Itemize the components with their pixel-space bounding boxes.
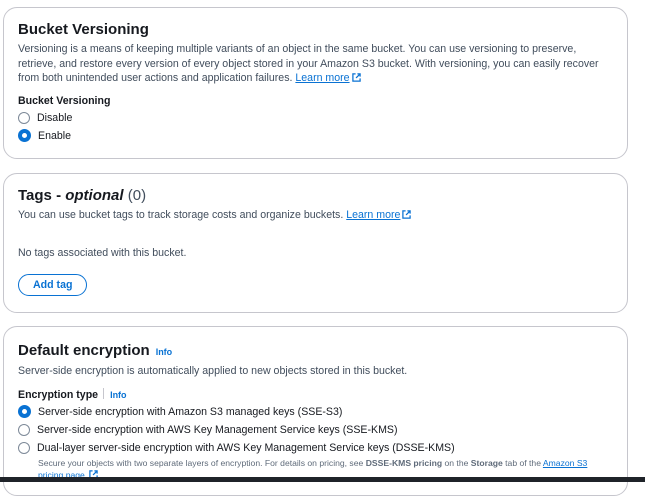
add-tag-button[interactable]: Add tag — [18, 274, 88, 297]
versioning-field-label: Bucket Versioning — [18, 94, 111, 107]
external-link-icon — [402, 210, 412, 219]
versioning-description: Versioning is a means of keeping multipl… — [18, 43, 599, 85]
versioning-title: Bucket Versioning — [18, 21, 149, 38]
radio-selected-icon[interactable] — [18, 129, 31, 143]
versioning-learn-more-link[interactable]: Learn more — [295, 72, 349, 84]
radio-enable[interactable]: Enable — [18, 127, 613, 145]
tags-panel: Tags - optional (0) You can use bucket t… — [3, 173, 628, 313]
encryption-title: Default encryption Info — [18, 342, 173, 359]
radio-selected-icon[interactable] — [18, 405, 31, 419]
encryption-description: Server-side encryption is automatically … — [18, 365, 408, 377]
tags-title: Tags - optional (0) — [18, 187, 147, 204]
radio-disable[interactable]: Disable — [18, 109, 613, 127]
encryption-type-info-link[interactable]: Info — [110, 390, 127, 400]
bottom-bar — [0, 477, 645, 482]
encryption-info-link[interactable]: Info — [156, 347, 173, 357]
tags-learn-more-link[interactable]: Learn more — [346, 209, 400, 221]
radio-dsse-kms[interactable]: Dual-layer server-side encryption with A… — [18, 439, 613, 457]
tags-description: You can use bucket tags to track storage… — [18, 208, 613, 223]
divider — [103, 387, 105, 399]
radio-icon[interactable] — [18, 111, 30, 124]
default-encryption-panel: Default encryption Info Server-side encry… — [3, 326, 628, 496]
tags-empty-text: No tags associated with this bucket. — [18, 246, 187, 259]
radio-icon[interactable] — [18, 441, 30, 454]
radio-icon[interactable] — [18, 423, 30, 436]
radio-sse-kms[interactable]: Server-side encryption with AWS Key Mana… — [18, 421, 613, 439]
bucket-versioning-panel: Bucket Versioning Versioning is a means … — [3, 7, 628, 159]
tags-count: (0) — [127, 187, 147, 204]
radio-sse-s3[interactable]: Server-side encryption with Amazon S3 ma… — [18, 403, 613, 421]
encryption-type-label: Encryption type Info — [18, 387, 127, 401]
external-link-icon — [351, 73, 361, 82]
